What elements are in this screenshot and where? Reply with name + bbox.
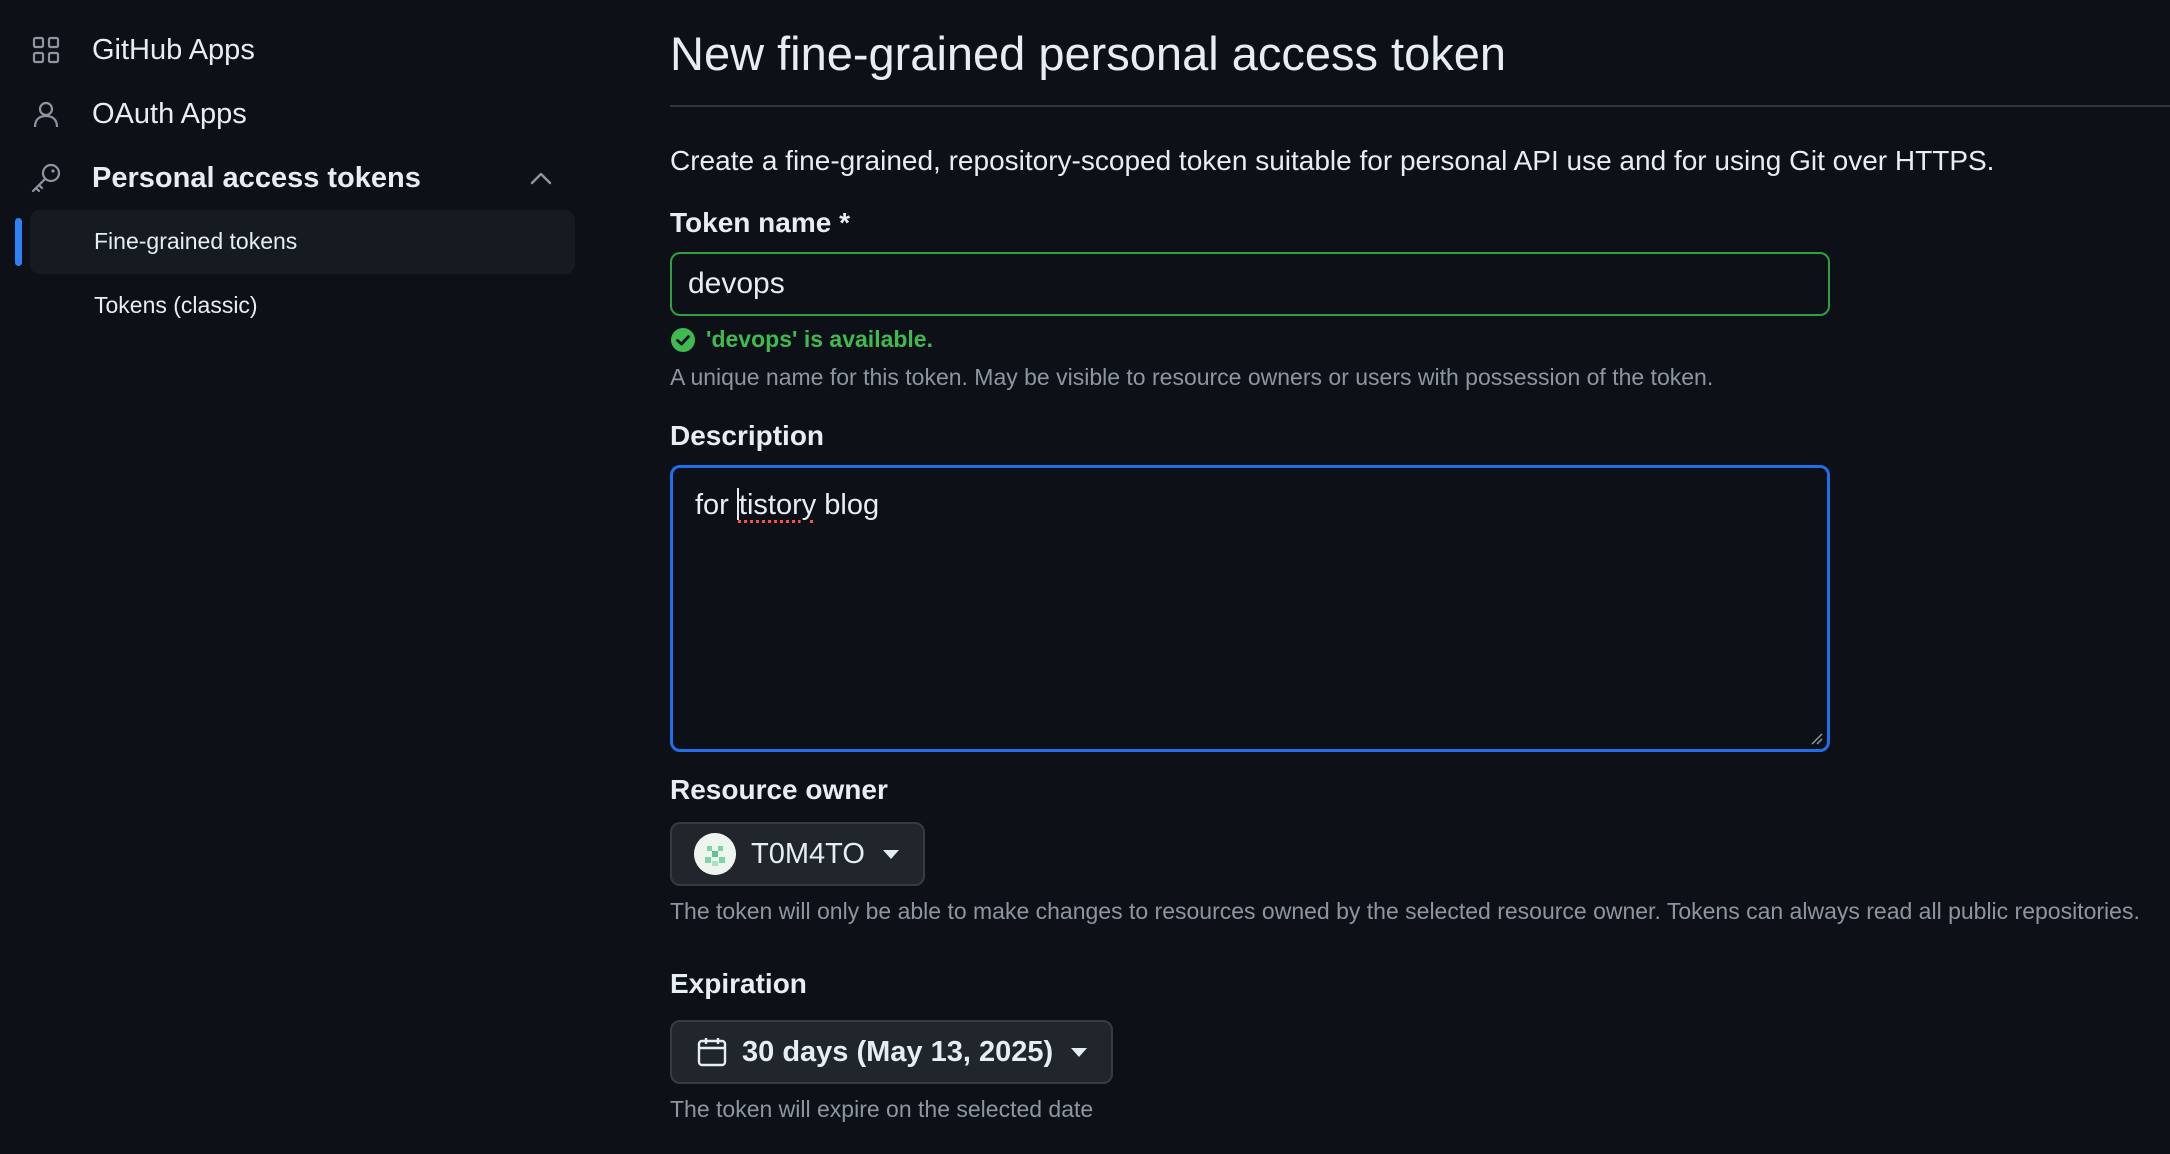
- apps-grid-icon: [30, 34, 62, 66]
- expiration-value: 30 days (May 13, 2025): [742, 1035, 1054, 1068]
- sidebar-subitem-label: Fine-grained tokens: [94, 228, 298, 254]
- key-icon: [30, 162, 62, 194]
- chevron-up-icon[interactable]: [525, 162, 557, 194]
- sidebar-item-label: GitHub Apps: [92, 33, 255, 66]
- availability-text: 'devops' is available.: [706, 326, 933, 352]
- resource-owner-select[interactable]: T0M4TO: [670, 822, 925, 886]
- sidebar-item-oauth-apps[interactable]: OAuth Apps: [30, 84, 247, 144]
- availability-message: 'devops' is available.: [670, 326, 933, 353]
- token-name-input[interactable]: [670, 252, 1830, 316]
- expiration-hint: The token will expire on the selected da…: [670, 1096, 1094, 1122]
- check-circle-icon: [671, 327, 695, 352]
- sidebar-subitem-label: Tokens (classic): [94, 292, 258, 318]
- resource-owner-label: Resource owner: [670, 774, 888, 805]
- calendar-icon: [697, 1038, 727, 1067]
- resize-handle-icon[interactable]: [1807, 729, 1823, 745]
- person-icon: [30, 98, 62, 130]
- intro-text: Create a fine-grained, repository-scoped…: [670, 145, 1995, 176]
- description-text: for: [695, 489, 737, 521]
- caret-down-icon: [882, 849, 899, 859]
- caret-down-icon: [1071, 1047, 1088, 1057]
- sidebar-item-personal-access-tokens[interactable]: Personal access tokens: [30, 148, 421, 208]
- page-title: New fine-grained personal access token: [670, 27, 1507, 80]
- divider: [670, 105, 2170, 107]
- resource-owner-hint: The token will only be able to make chan…: [670, 898, 2140, 924]
- token-name-hint: A unique name for this token. May be vis…: [670, 364, 1714, 390]
- token-name-label: Token name *: [670, 207, 850, 238]
- sidebar-item-label: OAuth Apps: [92, 97, 247, 130]
- description-text-suffix: blog: [816, 489, 880, 521]
- description-label: Description: [670, 420, 825, 451]
- description-textarea[interactable]: for tistory blog: [670, 465, 1830, 752]
- sidebar-item-github-apps[interactable]: GitHub Apps: [30, 20, 255, 80]
- resource-owner-value: T0M4TO: [751, 837, 865, 870]
- active-indicator: [15, 218, 22, 266]
- description-misspelled-word: tistory: [738, 489, 817, 521]
- expiration-select[interactable]: 30 days (May 13, 2025): [670, 1020, 1113, 1084]
- avatar: [694, 833, 736, 875]
- sidebar-item-label: Personal access tokens: [92, 161, 421, 194]
- settings-sidebar: GitHub Apps OAuth Apps Personal access t…: [0, 0, 590, 1154]
- expiration-label: Expiration: [670, 968, 807, 999]
